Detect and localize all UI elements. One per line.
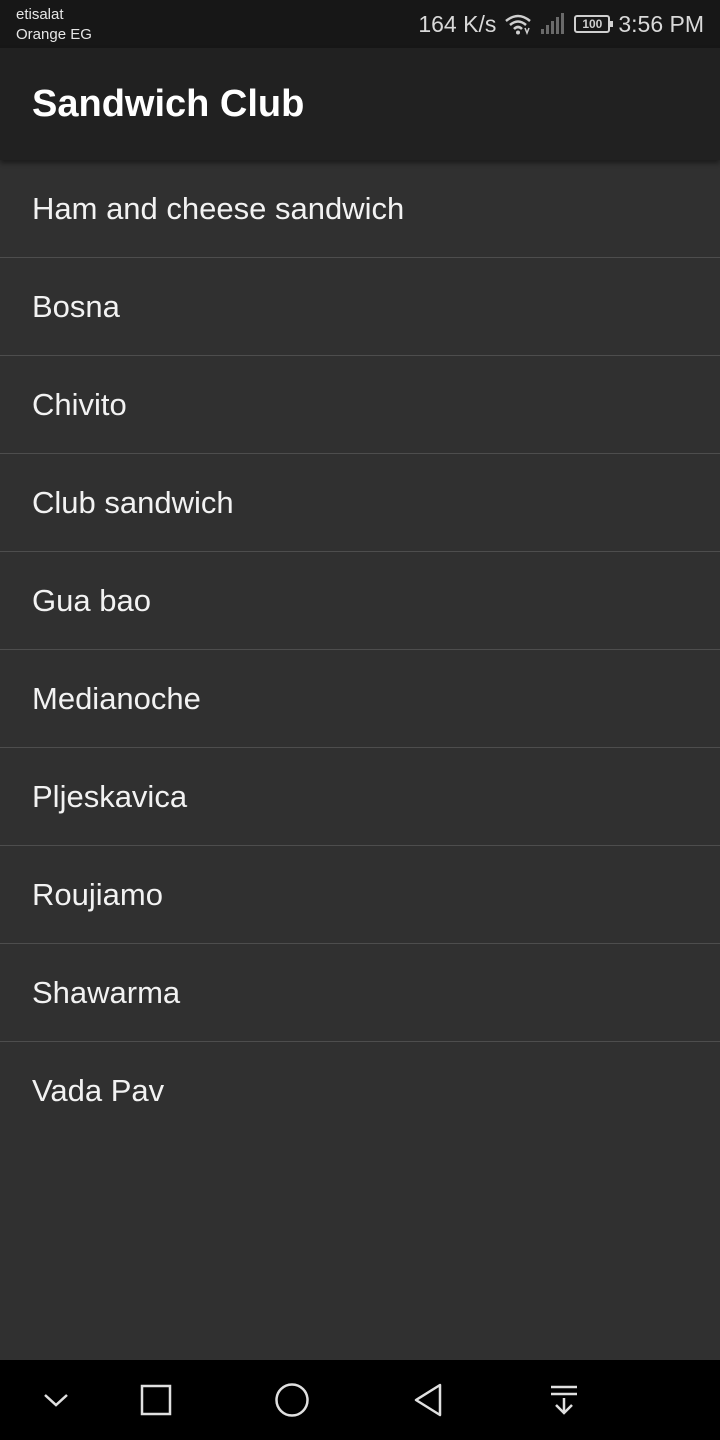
page-title: Sandwich Club	[32, 83, 305, 125]
battery-icon: 100	[574, 15, 614, 33]
sandwich-list: Ham and cheese sandwich Bosna Chivito Cl…	[0, 160, 720, 1139]
recents-icon	[140, 1384, 172, 1416]
home-icon	[275, 1383, 309, 1417]
status-bar: etisalat Orange EG 164 K/s 100 3:56 PM	[0, 0, 720, 48]
wifi-icon	[504, 13, 532, 35]
hide-nav-button[interactable]	[16, 1360, 96, 1440]
list-item[interactable]: Ham and cheese sandwich	[0, 160, 720, 258]
home-button[interactable]	[252, 1360, 332, 1440]
status-indicators: 164 K/s 100 3:56 PM	[418, 0, 704, 48]
hide-nav-icon	[44, 1394, 68, 1407]
recents-button[interactable]	[116, 1360, 196, 1440]
list-item[interactable]: Medianoche	[0, 650, 720, 748]
notifications-pull-button[interactable]	[524, 1360, 604, 1440]
notifications-pull-icon	[551, 1385, 577, 1415]
list-item[interactable]: Gua bao	[0, 552, 720, 650]
back-icon	[414, 1383, 442, 1417]
list-item[interactable]: Chivito	[0, 356, 720, 454]
list-item[interactable]: Vada Pav	[0, 1042, 720, 1139]
clock: 3:56 PM	[618, 10, 704, 37]
carrier-info: etisalat Orange EG	[16, 5, 92, 45]
list-item[interactable]: Pljeskavica	[0, 748, 720, 846]
list-item[interactable]: Bosna	[0, 258, 720, 356]
battery-level: 100	[582, 17, 603, 31]
carrier-name-primary: etisalat	[16, 6, 64, 23]
network-speed: 164 K/s	[418, 10, 497, 37]
navigation-bar	[0, 1360, 720, 1440]
signal-icon	[540, 13, 566, 35]
app-bar: Sandwich Club	[0, 48, 720, 160]
back-button[interactable]	[388, 1360, 468, 1440]
list-item[interactable]: Shawarma	[0, 944, 720, 1042]
list-item[interactable]: Club sandwich	[0, 454, 720, 552]
carrier-name-secondary: Orange EG	[16, 26, 92, 43]
list-item[interactable]: Roujiamo	[0, 846, 720, 944]
